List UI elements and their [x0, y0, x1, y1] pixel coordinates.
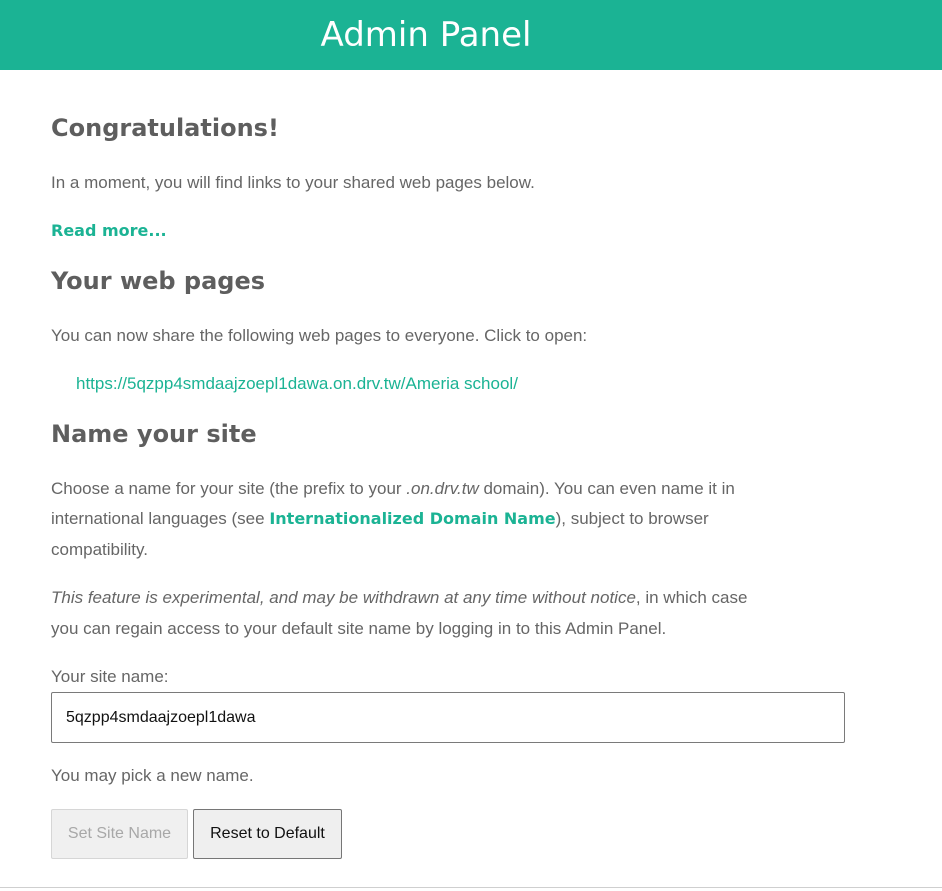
reset-default-button[interactable]: Reset to Default	[193, 809, 342, 859]
name-site-desc-line1: Choose a name for your site (the prefix …	[51, 474, 735, 505]
desc-text: international languages (see	[51, 509, 270, 528]
experimental-text: , in which case	[635, 588, 748, 607]
name-site-heading: Name your site	[51, 420, 257, 448]
desc-text: Choose a name for your site (the prefix …	[51, 479, 407, 498]
experimental-italic: This feature is experimental, and may be…	[51, 588, 636, 607]
web-pages-text: You can now share the following web page…	[51, 326, 588, 345]
congrats-heading: Congratulations!	[51, 114, 279, 142]
idn-link[interactable]: Internationalized Domain Name	[269, 509, 555, 528]
web-pages-heading: Your web pages	[51, 267, 266, 295]
desc-text: domain). You can even name it in	[478, 479, 735, 498]
header-bar: Admin Panel	[0, 0, 942, 70]
experimental-note-line2: you can regain access to your default si…	[51, 619, 667, 638]
experimental-note-line1: This feature is experimental, and may be…	[51, 583, 747, 614]
set-site-name-button[interactable]: Set Site Name	[51, 809, 188, 859]
read-more-row: Read more...	[51, 216, 167, 247]
site-name-hint: You may pick a new name.	[51, 766, 254, 785]
web-page-link[interactable]: https://5qzpp4smdaajzoepl1dawa.on.drv.tw…	[76, 374, 518, 393]
bottom-divider	[0, 887, 942, 888]
domain-suffix: .on.drv.tw	[406, 479, 479, 498]
desc-text: ), subject to browser	[555, 509, 709, 528]
site-name-label: Your site name:	[51, 667, 169, 686]
web-page-link-row: https://5qzpp4smdaajzoepl1dawa.on.drv.tw…	[76, 369, 518, 400]
page-title: Admin Panel	[320, 15, 532, 55]
name-site-desc-line3: compatibility.	[51, 540, 148, 559]
congrats-text: In a moment, you will find links to your…	[51, 173, 535, 192]
site-name-input[interactable]	[51, 692, 845, 743]
name-site-desc-line2: international languages (see Internation…	[51, 504, 709, 535]
read-more-link[interactable]: Read more...	[51, 221, 167, 240]
